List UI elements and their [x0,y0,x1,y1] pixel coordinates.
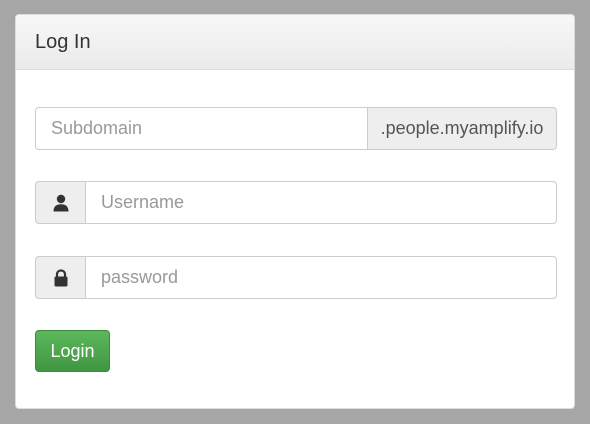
lock-icon [53,268,69,287]
password-addon [35,256,85,299]
panel-heading: Log In [16,15,574,70]
subdomain-input[interactable] [35,107,367,150]
username-addon [35,181,85,224]
login-panel: Log In .people.myamplify.io [15,14,575,409]
username-input-group [35,181,557,224]
password-input[interactable] [85,256,557,299]
username-input[interactable] [85,181,557,224]
subdomain-suffix: .people.myamplify.io [367,107,557,150]
panel-title: Log In [35,30,91,53]
password-input-group [35,256,557,299]
user-icon [52,194,70,212]
subdomain-input-group: .people.myamplify.io [35,107,557,150]
login-button[interactable]: Login [35,330,110,372]
